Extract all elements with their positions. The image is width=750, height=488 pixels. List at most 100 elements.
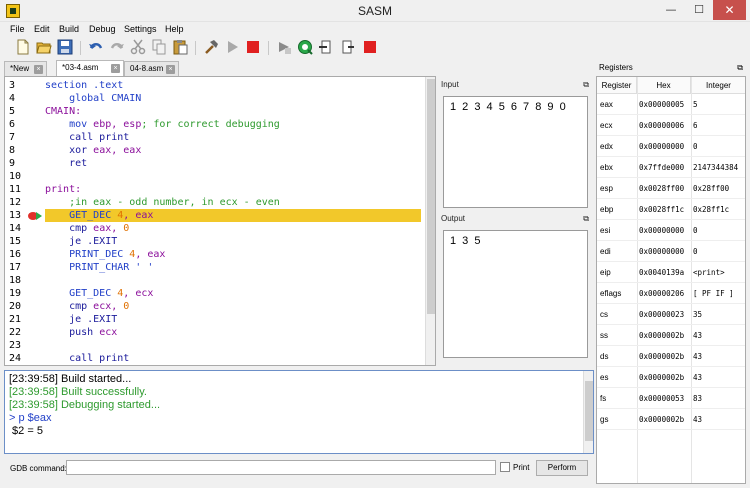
code-line[interactable]: 4 global CMAIN: [5, 92, 425, 105]
line-number: 15: [9, 236, 22, 247]
register-int-value: 35: [693, 310, 703, 319]
code-line[interactable]: 3 section .text: [5, 79, 425, 92]
register-hex-value: 0x0000002b: [639, 373, 685, 382]
code-line[interactable]: 9 ret: [5, 157, 425, 170]
menu-settings[interactable]: Settings: [124, 24, 157, 34]
code-line[interactable]: 13 GET_DEC 4, eax: [5, 209, 425, 222]
debug-continue-icon[interactable]: [297, 39, 313, 55]
run-icon[interactable]: [224, 39, 240, 55]
editor-scrollbar-thumb[interactable]: [427, 79, 435, 314]
log-line: $2 = 5: [9, 425, 43, 437]
redo-icon[interactable]: [109, 39, 125, 55]
menu-help[interactable]: Help: [165, 24, 184, 34]
register-hex-value: 0x00000000: [639, 226, 685, 235]
tab-close-icon[interactable]: ×: [34, 65, 43, 74]
output-panel-title: Output: [441, 214, 466, 223]
debug-step-icon[interactable]: [276, 39, 292, 55]
code-line[interactable]: 15 je .EXIT: [5, 235, 425, 248]
hex-column-header[interactable]: Hex: [637, 77, 691, 94]
window-title: SASM: [357, 4, 392, 18]
close-button[interactable]: ✕: [713, 0, 746, 20]
tab-new[interactable]: *New ×: [4, 61, 47, 76]
code-line[interactable]: 18: [5, 274, 425, 287]
code-token: push: [45, 327, 100, 338]
gdb-command-input[interactable]: [66, 460, 496, 475]
register-name: ss: [600, 331, 608, 340]
build-hammer-icon[interactable]: [203, 39, 219, 55]
register-name: fs: [600, 394, 607, 403]
code-line[interactable]: 20 cmp ecx, 0: [5, 300, 425, 313]
integer-column-header[interactable]: Integer: [691, 77, 745, 94]
register-hex-value: 0x0028ff00: [639, 184, 685, 193]
code-editor[interactable]: 3 section .text 4 global CMAIN 5 CMAIN: 6 mov…: [4, 76, 436, 366]
stop-icon[interactable]: [245, 39, 261, 55]
tab-close-icon[interactable]: ×: [111, 64, 120, 73]
tab-bar: *New × *03-4.asm × 04-8.asm ×: [4, 60, 592, 76]
code-line[interactable]: 5 CMAIN:: [5, 105, 425, 118]
code-text: section .text: [45, 79, 123, 92]
minimize-button[interactable]: —: [657, 0, 685, 20]
registers-panel-title: Registers: [599, 63, 633, 72]
undock-icon[interactable]: ⧉: [583, 212, 589, 226]
code-line[interactable]: 8 xor eax, eax: [5, 144, 425, 157]
register-column-header[interactable]: Register: [597, 77, 637, 94]
line-number: 23: [9, 340, 22, 351]
code-line[interactable]: 24 call print: [5, 352, 425, 365]
menu-bar: File Edit Build Debug Settings Help: [0, 22, 750, 37]
code-line[interactable]: 12 ;in eax - odd number, in ecx - even: [5, 196, 425, 209]
register-hex-value: 0x00000206: [639, 289, 685, 298]
cut-icon[interactable]: [130, 39, 146, 55]
code-token: print:: [45, 184, 82, 195]
input-panel-header: Input ⧉: [438, 78, 592, 92]
step-over-icon[interactable]: [339, 39, 355, 55]
register-int-value: 6: [693, 121, 698, 130]
undock-icon[interactable]: ⧉: [583, 78, 589, 92]
menu-debug[interactable]: Debug: [89, 24, 116, 34]
line-number: 16: [9, 249, 22, 260]
register-int-value: <print>: [693, 268, 725, 277]
code-line[interactable]: 22 push ecx: [5, 326, 425, 339]
code-line[interactable]: 14 cmp eax, 0: [5, 222, 425, 235]
code-line[interactable]: 21 je .EXIT: [5, 313, 425, 326]
menu-build[interactable]: Build: [59, 24, 79, 34]
code-line[interactable]: 23: [5, 339, 425, 352]
debug-stop-icon[interactable]: [362, 39, 378, 55]
open-folder-icon[interactable]: [36, 39, 52, 55]
step-into-icon[interactable]: [318, 39, 334, 55]
code-text: ;in eax - odd number, in ecx - even: [45, 196, 280, 209]
code-token: PRINT_CHAR ' ': [45, 262, 154, 273]
tab-close-icon[interactable]: ×: [166, 65, 175, 74]
code-line[interactable]: 7 call print: [5, 131, 425, 144]
toolbar-separator: [268, 41, 269, 55]
menu-file[interactable]: File: [10, 24, 25, 34]
code-line[interactable]: 16 PRINT_DEC 4, eax: [5, 248, 425, 261]
undo-icon[interactable]: [88, 39, 104, 55]
code-line[interactable]: 17 PRINT_CHAR ' ': [5, 261, 425, 274]
maximize-button[interactable]: ☐: [685, 0, 713, 20]
code-line[interactable]: 19 GET_DEC 4, ecx: [5, 287, 425, 300]
code-line[interactable]: 11 print:: [5, 183, 425, 196]
log-scrollbar[interactable]: [583, 371, 593, 453]
copy-icon[interactable]: [151, 39, 167, 55]
save-icon[interactable]: [57, 39, 73, 55]
tab-04-8-asm[interactable]: 04-8.asm ×: [124, 61, 179, 76]
tab-03-4-asm[interactable]: *03-4.asm ×: [56, 60, 124, 76]
undock-icon[interactable]: ⧉: [737, 61, 743, 75]
line-number: 18: [9, 275, 22, 286]
log-scrollbar-thumb[interactable]: [585, 381, 593, 441]
build-log[interactable]: [23:39:58] Build started... [23:39:58] Bu…: [4, 370, 594, 454]
register-name: esp: [600, 184, 613, 193]
output-textarea[interactable]: 1 3 5: [443, 230, 588, 358]
input-textarea[interactable]: 1 2 3 4 5 6 7 8 9 0: [443, 96, 588, 208]
code-token: , eax: [123, 210, 154, 221]
menu-edit[interactable]: Edit: [34, 24, 50, 34]
new-file-icon[interactable]: [15, 39, 31, 55]
register-name: edi: [600, 247, 611, 256]
perform-button[interactable]: Perform: [536, 460, 588, 476]
code-line[interactable]: 6 mov ebp, esp; for correct debugging: [5, 118, 425, 131]
editor-scrollbar[interactable]: [425, 77, 435, 365]
print-checkbox[interactable]: [500, 462, 510, 472]
code-line[interactable]: 10: [5, 170, 425, 183]
paste-icon[interactable]: [172, 39, 188, 55]
log-line: [23:39:58] Built successfully.: [9, 386, 147, 398]
